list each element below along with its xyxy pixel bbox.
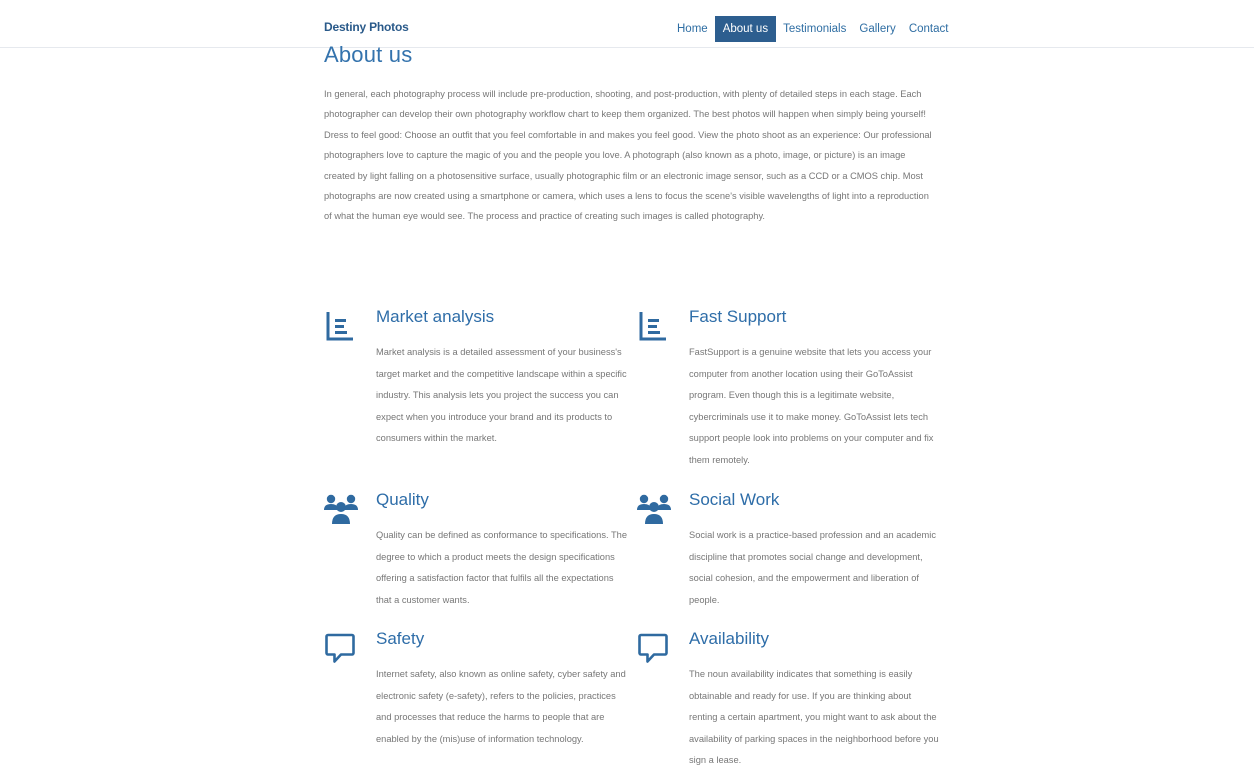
- list-icon: [324, 310, 356, 342]
- feature-text: FastSupport is a genuine website that le…: [689, 347, 934, 465]
- users-icon: [637, 493, 671, 525]
- nav-home[interactable]: Home: [671, 16, 714, 42]
- main-nav: Home About us Testimonials Gallery Conta…: [671, 16, 955, 42]
- feature-title: Market analysis: [376, 307, 495, 326]
- feature-text: Internet safety, also known as online sa…: [376, 669, 626, 744]
- feature-title: Availability: [689, 629, 770, 648]
- feature-title: Safety: [376, 629, 425, 648]
- feature-text: Quality can be defined as conformance to…: [376, 530, 627, 605]
- feature-text: The noun availability indicates that som…: [689, 669, 939, 766]
- nav-gallery[interactable]: Gallery: [853, 16, 901, 42]
- nav-contact[interactable]: Contact: [903, 16, 955, 42]
- nav-testimonials[interactable]: Testimonials: [777, 16, 852, 42]
- top-navbar: Destiny Photos Home About us Testimonial…: [0, 0, 1254, 48]
- nav-about-us[interactable]: About us: [714, 16, 777, 42]
- chat-bubble-icon: [637, 632, 669, 664]
- feature-title: Fast Support: [689, 307, 787, 326]
- feature-title: Quality: [376, 490, 429, 509]
- feature-text: Market analysis is a detailed assessment…: [376, 347, 627, 444]
- users-icon: [324, 493, 358, 525]
- brand-logo-text[interactable]: Destiny Photos: [324, 20, 409, 34]
- feature-text: Social work is a practice-based professi…: [689, 530, 937, 605]
- chat-bubble-icon: [324, 632, 356, 664]
- list-icon: [637, 310, 669, 342]
- page-title: About us: [324, 42, 413, 67]
- intro-paragraph: In general, each photography process wil…: [324, 89, 932, 222]
- feature-title: Social Work: [689, 490, 780, 509]
